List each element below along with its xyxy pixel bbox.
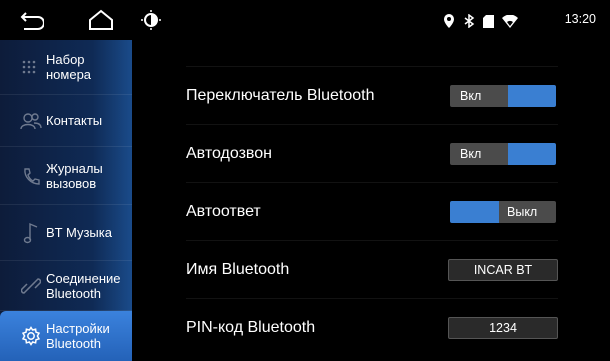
sidebar-item-label: Набор номера — [46, 52, 92, 82]
sidebar-item-call-log[interactable]: Журналы вызовов — [0, 147, 132, 205]
bt-pin-field[interactable]: 1234 — [448, 317, 558, 339]
sidebar-item-label: Соединение Bluetooth — [46, 270, 121, 301]
clock: 13:20 — [564, 12, 596, 26]
auto-answer-title: Автоответ — [186, 203, 261, 220]
toggle-state-label: Вкл — [450, 85, 508, 107]
toggle-knob — [508, 143, 556, 165]
back-icon[interactable] — [20, 9, 45, 31]
brightness-icon[interactable] — [141, 10, 161, 30]
toggle-state-label: Выкл — [499, 201, 556, 223]
sidebar-item-label: Журналы вызовов — [46, 160, 103, 191]
sidebar-item-dialpad[interactable]: Набор номера — [0, 40, 132, 95]
bt-switch-toggle[interactable]: Вкл — [450, 85, 556, 107]
sidebar: Набор номера Контакты Журналы вызовов BT… — [0, 40, 132, 361]
auto-connect-toggle[interactable]: Вкл — [450, 143, 556, 165]
bt-name-field[interactable]: INCAR BT — [448, 259, 558, 281]
bluetooth-icon — [463, 14, 475, 28]
music-icon — [18, 220, 44, 246]
home-icon[interactable] — [87, 8, 115, 32]
toggle-state-label: Вкл — [450, 143, 508, 165]
bt-name-title: Имя Bluetooth — [186, 261, 290, 278]
auto-answer-toggle[interactable]: Выкл — [450, 201, 556, 223]
contacts-icon — [18, 108, 44, 134]
status-icons — [443, 13, 518, 29]
auto-connect-title: Автодозвон — [186, 145, 272, 162]
toggle-knob — [508, 85, 556, 107]
bt-pin-title: PIN-код Bluetooth — [186, 319, 316, 336]
sd-card-icon — [483, 14, 494, 28]
sidebar-item-label: Настройки Bluetooth — [46, 321, 110, 351]
auto-connect-row: Автодозвон Вкл — [186, 124, 558, 183]
sidebar-item-bt-connection[interactable]: Соединение Bluetooth — [0, 261, 132, 311]
sidebar-item-bt-settings[interactable]: Настройки Bluetooth — [0, 311, 132, 361]
call-log-icon — [18, 163, 44, 189]
status-bar: 13:20 — [0, 0, 610, 40]
dialpad-icon — [18, 54, 44, 80]
toggle-knob — [450, 201, 499, 223]
settings-icon — [18, 323, 44, 349]
location-icon — [443, 14, 455, 28]
sidebar-item-contacts[interactable]: Контакты — [0, 95, 132, 147]
sidebar-item-label: BT Музыка — [46, 225, 112, 240]
bt-switch-title: Переключатель Bluetooth — [186, 87, 375, 104]
sidebar-item-bt-music[interactable]: BT Музыка — [0, 205, 132, 261]
wifi-icon — [502, 14, 518, 28]
settings-panel: Переключатель Bluetooth Вкл Автодозвон В… — [132, 40, 610, 361]
bt-pin-row: PIN-код Bluetooth 1234 — [186, 298, 558, 357]
bt-switch-row: Переключатель Bluetooth Вкл — [186, 66, 558, 125]
bt-name-row: Имя Bluetooth INCAR BT — [186, 240, 558, 299]
auto-answer-row: Автоответ Выкл — [186, 182, 558, 241]
sidebar-item-label: Контакты — [46, 113, 103, 128]
link-icon — [18, 273, 44, 299]
